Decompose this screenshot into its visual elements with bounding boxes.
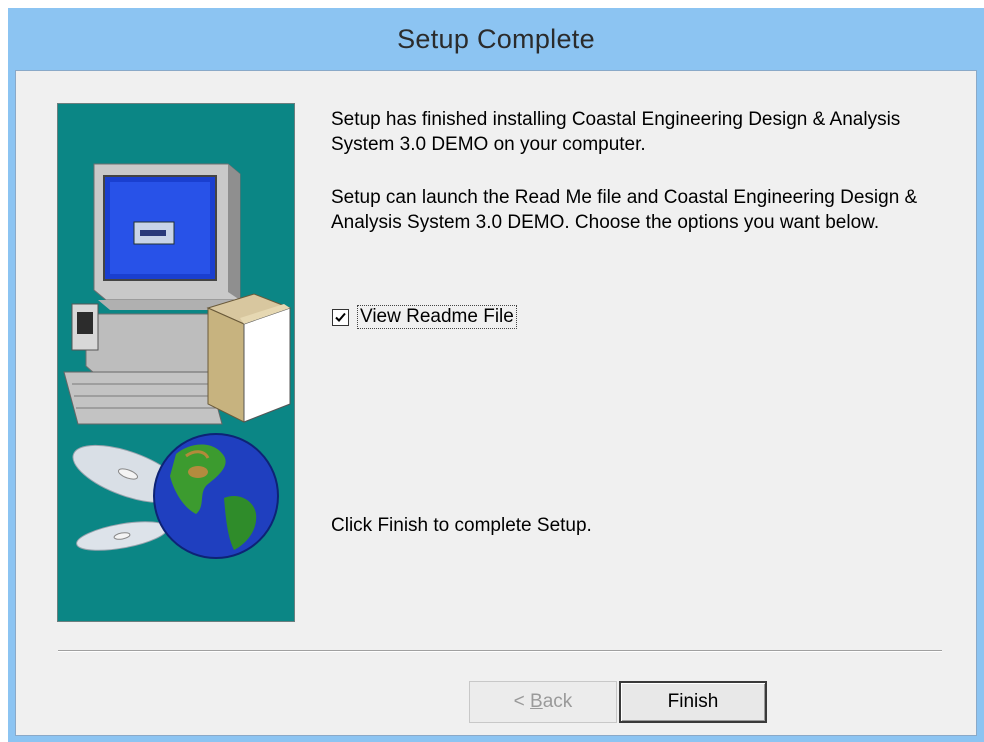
finish-instruction: Click Finish to complete Setup. [331, 515, 592, 536]
finish-button[interactable]: Finish [619, 681, 767, 723]
back-button-mnemonic: B [530, 691, 543, 712]
computer-icon [63, 163, 292, 425]
view-readme-label[interactable]: View Readme File [357, 305, 517, 329]
setup-window: Setup Complete Setup has finished instal… [8, 8, 984, 742]
window-title: Setup Complete [397, 23, 595, 54]
install-finished-message: Setup has finished installing Coastal En… [331, 109, 901, 155]
back-button-prefix: < [513, 691, 531, 712]
launch-options-message: Setup can launch the Read Me file and Co… [331, 187, 918, 233]
view-readme-checkbox[interactable] [332, 308, 349, 326]
setup-illustration-art [63, 163, 292, 559]
globe-icon [153, 433, 279, 559]
title-bar[interactable]: Setup Complete [8, 8, 984, 70]
button-separator [58, 650, 942, 652]
view-readme-option[interactable]: View Readme File [332, 305, 517, 329]
back-button[interactable]: < Back [469, 681, 617, 723]
checkmark-icon [335, 312, 346, 322]
setup-illustration [57, 103, 295, 622]
back-button-rest: ack [542, 691, 573, 712]
dialog-body: Setup has finished installing Coastal En… [15, 70, 977, 736]
